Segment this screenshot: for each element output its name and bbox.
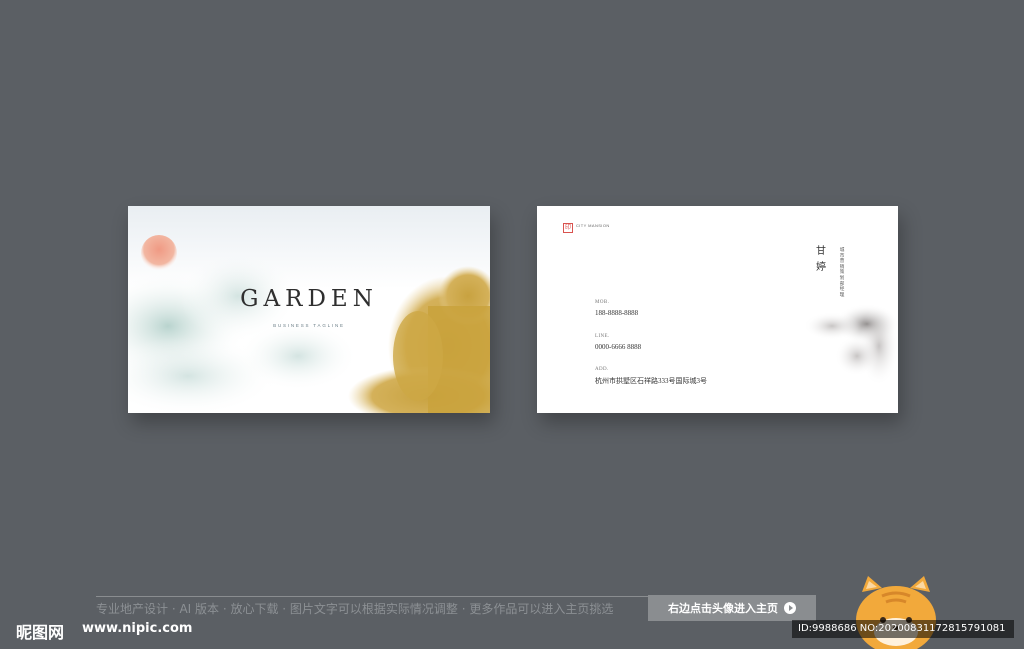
address-value: 杭州市拱墅区石祥路333号国际城3号: [595, 377, 707, 385]
logo-icon: 印: [563, 223, 573, 233]
mobile-label: MOB.: [595, 300, 610, 305]
address-label: ADD.: [595, 367, 609, 372]
watermark-description: 专业地产设计 · AI 版本 · 放心下载 · 图片文字可以根据实际情况调整 ·…: [96, 602, 614, 616]
mobile-info: MOB. 188-8888-8888: [595, 300, 638, 317]
business-card-front: GARDEN BUSINESS TAGLINE: [128, 206, 490, 413]
ink-landscape-image: [804, 304, 898, 386]
site-logo[interactable]: 昵图网: [16, 619, 64, 643]
brand-tagline: BUSINESS TAGLINE: [273, 323, 345, 328]
logo-text: CITY MANSION: [576, 223, 610, 228]
site-url-link[interactable]: www.nipic.com: [82, 621, 192, 636]
phone-info: LINE. 0000-6666 8888: [595, 334, 641, 351]
brand-title: GARDEN: [240, 286, 378, 312]
enter-homepage-button[interactable]: 右边点击头像进入主页: [648, 595, 816, 621]
job-title: 城市营销策划部经理: [839, 248, 845, 298]
image-id-label: ID:9988686 NO:20200831172815791081: [792, 620, 1014, 638]
phone-value: 0000-6666 8888: [595, 343, 642, 351]
mobile-value: 188-8888-8888: [595, 309, 639, 317]
business-card-back: 印 CITY MANSION MOB. 188-8888-8888 LINE. …: [537, 206, 898, 413]
sun-icon: [141, 235, 177, 271]
play-arrow-icon: [784, 602, 796, 614]
phone-label: LINE.: [595, 334, 610, 339]
person-name: 甘婷: [816, 246, 826, 273]
address-info: ADD. 杭州市拱墅区石祥路333号国际城3号: [595, 367, 707, 386]
enter-homepage-label: 右边点击头像进入主页: [668, 602, 778, 615]
